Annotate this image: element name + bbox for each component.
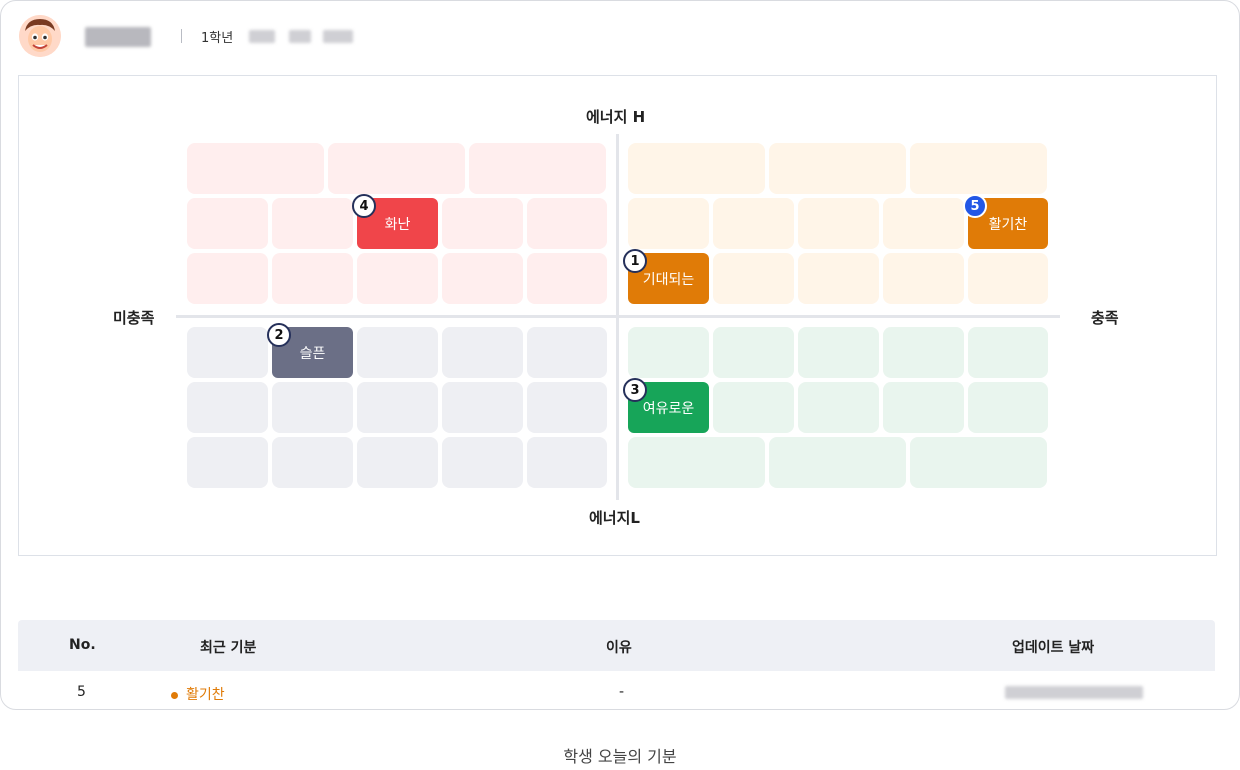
mood-order-badge: 1 bbox=[623, 249, 647, 273]
student-mood-card: 1학년 에너지 H 에너지L 미충족 충족 기대되는 슬픈 여유로운 화난 활기… bbox=[0, 0, 1240, 710]
mood-order-badge: 4 bbox=[352, 194, 376, 218]
grid-cell[interactable] bbox=[187, 382, 268, 433]
grid-cell[interactable] bbox=[527, 198, 607, 249]
grid-cell[interactable] bbox=[883, 198, 964, 249]
student-grade: 1학년 bbox=[201, 31, 234, 46]
grid-cell[interactable] bbox=[769, 143, 906, 194]
student-class-redacted bbox=[249, 30, 275, 43]
grid-cell[interactable] bbox=[527, 382, 607, 433]
vertical-axis bbox=[616, 134, 619, 500]
grid-cell[interactable] bbox=[442, 327, 523, 378]
student-avatar bbox=[19, 15, 61, 57]
mood-meter-panel: 에너지 H 에너지L 미충족 충족 기대되는 슬픈 여유로운 화난 활기찬 1 … bbox=[18, 75, 1217, 556]
mood-table-header: No. 최근 기분 이유 업데이트 날짜 bbox=[18, 620, 1215, 671]
grid-cell[interactable] bbox=[442, 198, 523, 249]
grid-cell[interactable] bbox=[187, 253, 268, 304]
student-extra-redacted bbox=[323, 30, 353, 43]
grid-cell[interactable] bbox=[357, 382, 438, 433]
student-header: 1학년 bbox=[19, 15, 1219, 59]
grid-cell[interactable] bbox=[910, 437, 1047, 488]
column-header-recent-mood: 최근 기분 bbox=[200, 640, 257, 656]
grid-cell[interactable] bbox=[272, 382, 353, 433]
grid-cell[interactable] bbox=[272, 253, 353, 304]
grid-cell[interactable] bbox=[910, 143, 1047, 194]
grid-cell[interactable] bbox=[469, 143, 606, 194]
axis-label-right: 충족 bbox=[1091, 309, 1119, 327]
grid-cell[interactable] bbox=[272, 198, 353, 249]
grid-cell[interactable] bbox=[628, 198, 709, 249]
column-header-no: No. bbox=[69, 637, 96, 653]
grid-cell[interactable] bbox=[527, 327, 607, 378]
grid-cell[interactable] bbox=[628, 327, 709, 378]
grid-cell[interactable] bbox=[883, 382, 964, 433]
grid-cell[interactable] bbox=[187, 143, 324, 194]
axis-label-top: 에너지 H bbox=[586, 108, 646, 126]
grid-cell[interactable] bbox=[527, 253, 607, 304]
header-divider bbox=[181, 29, 182, 43]
student-name-redacted bbox=[85, 27, 151, 47]
grid-cell[interactable] bbox=[713, 382, 794, 433]
axis-label-bottom: 에너지L bbox=[589, 509, 640, 527]
grid-cell[interactable] bbox=[328, 143, 465, 194]
grid-cell[interactable] bbox=[357, 327, 438, 378]
column-header-reason: 이유 bbox=[606, 640, 632, 656]
grid-cell[interactable] bbox=[628, 437, 765, 488]
mood-order-badge-latest: 5 bbox=[963, 194, 987, 218]
grid-cell[interactable] bbox=[798, 253, 879, 304]
grid-cell[interactable] bbox=[883, 253, 964, 304]
row-mood: 활기찬 bbox=[171, 684, 225, 704]
grid-cell[interactable] bbox=[769, 437, 906, 488]
row-reason: - bbox=[619, 684, 625, 700]
grid-cell[interactable] bbox=[968, 382, 1048, 433]
grid-cell[interactable] bbox=[798, 198, 879, 249]
grid-cell[interactable] bbox=[442, 437, 523, 488]
student-number-redacted bbox=[289, 30, 311, 43]
grid-cell[interactable] bbox=[713, 327, 794, 378]
grid-cell[interactable] bbox=[883, 327, 964, 378]
grid-cell[interactable] bbox=[357, 437, 438, 488]
row-no: 5 bbox=[77, 684, 86, 700]
grid-cell[interactable] bbox=[187, 327, 268, 378]
grid-cell[interactable] bbox=[187, 437, 268, 488]
row-mood-label: 활기찬 bbox=[186, 687, 225, 703]
mood-order-badge: 3 bbox=[623, 378, 647, 402]
grid-cell[interactable] bbox=[628, 143, 765, 194]
grid-cell[interactable] bbox=[527, 437, 607, 488]
grid-cell[interactable] bbox=[713, 198, 794, 249]
grid-cell[interactable] bbox=[713, 253, 794, 304]
grid-cell[interactable] bbox=[187, 198, 268, 249]
row-updated-date-redacted bbox=[1005, 686, 1143, 699]
grid-cell[interactable] bbox=[798, 382, 879, 433]
grid-cell[interactable] bbox=[272, 437, 353, 488]
grid-cell[interactable] bbox=[442, 382, 523, 433]
column-header-updated-date: 업데이트 날짜 bbox=[1012, 640, 1095, 656]
grid-cell[interactable] bbox=[968, 327, 1048, 378]
grid-cell[interactable] bbox=[442, 253, 523, 304]
figure-caption: 학생 오늘의 기분 bbox=[563, 747, 677, 766]
grid-cell[interactable] bbox=[968, 253, 1048, 304]
axis-label-left: 미충족 bbox=[113, 309, 155, 327]
grid-cell[interactable] bbox=[357, 253, 438, 304]
mood-dot bbox=[171, 691, 178, 699]
mood-order-badge: 2 bbox=[267, 323, 291, 347]
grid-cell[interactable] bbox=[798, 327, 879, 378]
